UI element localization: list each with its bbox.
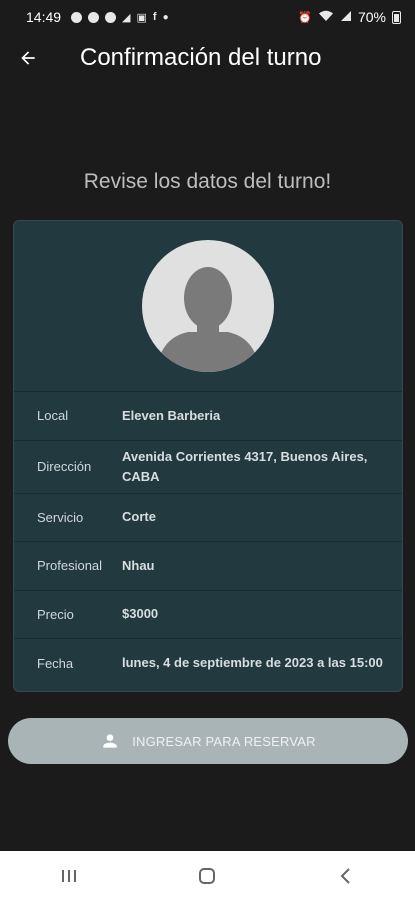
detail-row-direccion: Dirección Avenida Corrientes 4317, Bueno…: [14, 441, 402, 494]
status-bar: 14:49 ◢ ▣ f ● ⏰ 70%: [0, 0, 415, 34]
detail-value: Avenida Corrientes 4317, Buenos Aires, C…: [122, 448, 368, 484]
person-icon: [103, 734, 117, 748]
recent-apps-button[interactable]: [39, 856, 99, 896]
detail-value: Nhau: [122, 557, 155, 573]
battery-icon: [392, 10, 401, 24]
detail-value: lunes, 4 de septiembre de 2023 a las 15:…: [122, 655, 383, 671]
detail-label: Servicio: [37, 509, 84, 525]
battery-percent: 70%: [357, 9, 386, 25]
appointment-card: Local Eleven Barberia Dirección Avenida …: [13, 220, 403, 692]
status-right: ⏰ 70%: [298, 9, 401, 25]
messenger-icon: [88, 11, 100, 23]
detail-value: Corte: [122, 509, 156, 525]
wifi-icon: [318, 10, 334, 25]
reserve-button[interactable]: INGRESAR PARA RESERVAR: [8, 718, 408, 764]
detail-row-fecha: Fecha lunes, 4 de septiembre de 2023 a l…: [14, 639, 402, 688]
detail-row-precio: Precio $3000: [14, 591, 402, 639]
details-list: Local Eleven Barberia Dirección Avenida …: [14, 391, 402, 688]
avatar-container: [14, 221, 402, 391]
cell-signal-icon: [340, 10, 352, 25]
system-nav-bar: [0, 851, 415, 900]
detail-row-local: Local Eleven Barberia: [14, 392, 402, 441]
detail-row-profesional: Profesional Nhau: [14, 542, 402, 591]
detail-value: Eleven Barberia: [122, 407, 221, 423]
chevron-left-icon: [340, 867, 350, 884]
messenger-icon: [105, 11, 117, 23]
detail-value: $3000: [122, 606, 159, 622]
status-time: 14:49: [26, 9, 62, 25]
page-title: Confirmación del turno: [80, 44, 322, 71]
app-bar: Confirmación del turno: [0, 34, 415, 82]
detail-label: Local: [37, 408, 69, 424]
signal-off-icon: ◢: [122, 11, 131, 24]
facebook-icon: f: [152, 11, 157, 23]
reserve-button-label: INGRESAR PARA RESERVAR: [132, 733, 316, 749]
gallery-icon: ▣: [136, 11, 147, 24]
arrow-left-icon: [21, 51, 35, 65]
detail-row-servicio: Servicio Corte: [14, 494, 402, 542]
nav-back-button[interactable]: [316, 856, 376, 896]
detail-label: Profesional: [37, 558, 103, 574]
person-silhouette-icon: [156, 267, 260, 372]
home-button[interactable]: [177, 856, 237, 896]
back-button[interactable]: [0, 34, 56, 82]
alarm-icon: ⏰: [298, 11, 312, 24]
subtitle: Revise los datos del turno!: [83, 170, 332, 193]
detail-label: Precio: [37, 606, 74, 622]
detail-label: Fecha: [37, 655, 74, 671]
recent-apps-icon: [62, 869, 77, 882]
more-notifications-icon: ●: [162, 11, 169, 23]
avatar: [142, 240, 274, 372]
detail-label: Dirección: [37, 459, 92, 474]
status-left: 14:49 ◢ ▣ f ●: [26, 9, 169, 25]
messenger-icon: [71, 11, 83, 23]
home-icon: [199, 867, 216, 884]
